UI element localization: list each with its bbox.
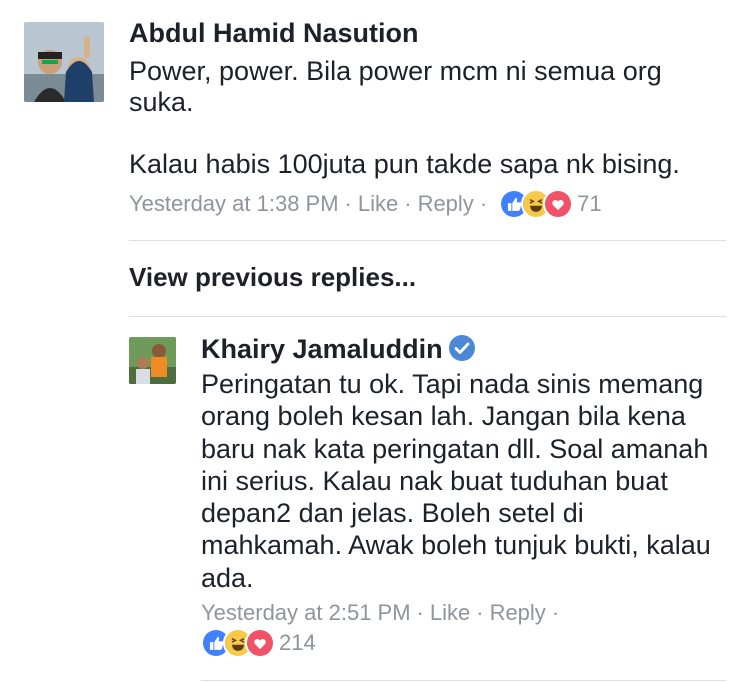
comment-body: Power, power. Bila power mcm ni semua or… (129, 56, 729, 180)
comment-text-line: Kalau habis 100juta pun takde sapa nk bi… (129, 149, 680, 179)
separator-dot: · (344, 191, 352, 216)
divider (201, 680, 726, 681)
separator-dot: · (479, 191, 488, 216)
view-previous-replies-link[interactable]: View previous replies... (129, 262, 416, 293)
comment-blank-line (129, 118, 729, 149)
reply-author-name[interactable]: Khairy Jamaluddin (201, 334, 443, 364)
reply-link[interactable]: Reply (490, 598, 546, 628)
reaction-summary[interactable]: 214 (201, 628, 316, 658)
reply-body: Peringatan tu ok. Tapi nada sinis memang… (201, 369, 711, 593)
comment-timestamp[interactable]: Yesterday at 1:38 PM (129, 189, 339, 219)
reply-meta: Yesterday at 2:51 PM · Like · Reply · (201, 598, 565, 628)
reply-timestamp[interactable]: Yesterday at 2:51 PM (201, 598, 411, 628)
comment-text-line: Power, power. Bila power mcm ni semua or… (129, 56, 662, 117)
like-link[interactable]: Like (430, 598, 470, 628)
avatar-khairy-jamaluddin[interactable] (129, 337, 176, 384)
separator-dot: · (551, 600, 560, 625)
like-link[interactable]: Like (358, 189, 398, 219)
separator-dot: · (416, 600, 424, 625)
reply-link[interactable]: Reply (418, 189, 474, 219)
reply-reaction-row: 214 (195, 628, 316, 658)
divider (129, 240, 726, 241)
reply-author[interactable]: Khairy Jamaluddin (201, 333, 475, 365)
verified-badge-icon (448, 335, 475, 361)
avatar-abdul-hamid[interactable] (24, 22, 104, 102)
reaction-count: 71 (577, 191, 602, 216)
love-icon (245, 628, 275, 658)
reaction-summary[interactable]: 71 (499, 189, 602, 219)
separator-dot: · (476, 600, 484, 625)
love-icon (543, 189, 574, 219)
divider (129, 316, 726, 317)
separator-dot: · (404, 191, 412, 216)
reaction-count: 214 (279, 630, 316, 655)
comment-meta: Yesterday at 1:38 PM · Like · Reply · 71 (129, 189, 602, 219)
comment-author[interactable]: Abdul Hamid Nasution (129, 17, 419, 49)
